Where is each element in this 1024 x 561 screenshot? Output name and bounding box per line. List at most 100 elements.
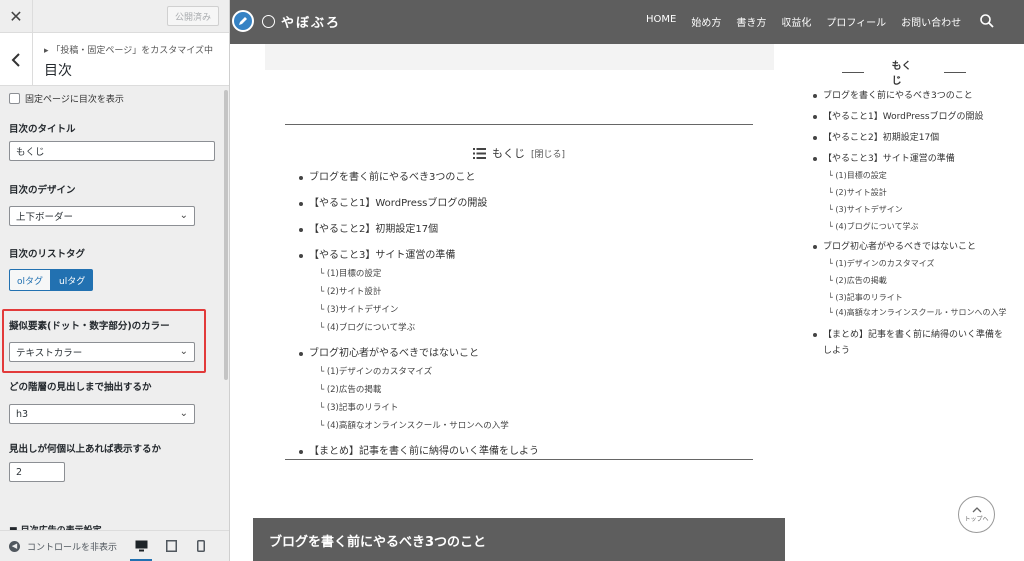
hide-controls-button[interactable]: ◀ コントロールを非表示 bbox=[0, 540, 126, 553]
show-on-pages-checkbox[interactable] bbox=[9, 93, 20, 104]
site-header: やぼぶろ HOME 始め方 書き方 収益化 プロフィール お問い合わせ bbox=[230, 0, 1024, 44]
ol-tag-button[interactable]: olタグ bbox=[9, 269, 52, 291]
pseudo-color-value: テキストカラー bbox=[16, 348, 83, 359]
customizer-sidebar: ✕ 公開済み ▸ 「投稿・固定ページ」をカスタマイズ中 目次 固定ページに目次を… bbox=[0, 0, 230, 561]
edit-shortcut-button[interactable] bbox=[232, 10, 254, 32]
toc-subitem[interactable]: └ (2)サイト設計 bbox=[297, 283, 747, 301]
chevron-down-icon: ⌄ bbox=[179, 408, 188, 419]
widget-toc-subitem[interactable]: └ (4)ブログについて学ぶ bbox=[812, 218, 1008, 235]
widget-toc-subitem[interactable]: └ (2)広告の掲載 bbox=[812, 272, 1008, 289]
widget-toc-item[interactable]: ブログを書く前にやるべき3つのこと bbox=[812, 88, 1008, 104]
ul-tag-button[interactable]: ulタグ bbox=[51, 269, 94, 291]
heading-level-value: h3 bbox=[16, 408, 29, 420]
desktop-preview-button[interactable] bbox=[126, 531, 156, 561]
heading-level-label: どの階層の見出しまで抽出するか bbox=[9, 382, 152, 393]
breadcrumb-text: 「投稿・固定ページ」をカスタマイズ中 bbox=[51, 46, 213, 56]
chevron-up-icon bbox=[972, 506, 981, 512]
toc-header: もくじ [閉じる] bbox=[285, 145, 753, 161]
chevron-down-icon: ⌄ bbox=[179, 210, 188, 221]
customizer-topbar: ✕ 公開済み bbox=[0, 0, 229, 33]
toc-item[interactable]: 【やること2】初期設定17個 bbox=[297, 221, 747, 239]
widget-toc-item[interactable]: 【やること2】初期設定17個 bbox=[812, 130, 1008, 146]
toc-subitem[interactable]: └ (1)デザインのカスタマイズ bbox=[297, 363, 747, 381]
pseudo-color-select[interactable]: テキストカラー ⌄ bbox=[9, 342, 195, 362]
nav-item-monetize[interactable]: 収益化 bbox=[781, 14, 811, 29]
widget-title: もくじ bbox=[814, 57, 994, 87]
mobile-icon bbox=[197, 540, 205, 552]
collapse-icon: ◀ bbox=[9, 540, 20, 552]
logo-face-icon bbox=[262, 15, 275, 28]
toc-subitem[interactable]: └ (3)記事のリライト bbox=[297, 399, 747, 417]
toc-design-label: 目次のデザイン bbox=[9, 185, 76, 196]
toc-subitem[interactable]: └ (4)ブログについて学ぶ bbox=[297, 319, 747, 337]
heading-level-select[interactable]: h3 ⌄ bbox=[9, 404, 195, 424]
widget-toc-item[interactable]: 【やること3】サイト運営の準備 bbox=[812, 151, 1008, 167]
section-header: ▸ 「投稿・固定ページ」をカスタマイズ中 目次 bbox=[0, 33, 229, 86]
widget-toc-subitem[interactable]: └ (1)目標の設定 bbox=[812, 167, 1008, 184]
widget-toc-subitem[interactable]: └ (3)サイトデザイン bbox=[812, 201, 1008, 218]
toc-item[interactable]: ブログ初心者がやるべきではないこと bbox=[297, 345, 747, 363]
toc-item[interactable]: 【やること3】サイト運営の準備 bbox=[297, 247, 747, 265]
toc-list: ブログを書く前にやるべき3つのこと 【やること1】WordPressブログの開設… bbox=[297, 169, 747, 461]
list-tag-toggle: olタグ ulタグ bbox=[9, 269, 94, 291]
nav-item-home[interactable]: HOME bbox=[646, 14, 676, 29]
widget-toc-item[interactable]: 【やること1】WordPressブログの開設 bbox=[812, 109, 1008, 125]
toc-subitem[interactable]: └ (1)目標の設定 bbox=[297, 265, 747, 283]
nav-item-start[interactable]: 始め方 bbox=[691, 14, 721, 29]
pseudo-color-label: 擬似要素(ドット・数字部分)のカラー bbox=[9, 321, 170, 332]
preview-content: もくじ [閉じる] ブログを書く前にやるべき3つのこと 【やること1】WordP… bbox=[230, 44, 1024, 561]
main-nav: HOME 始め方 書き方 収益化 プロフィール お問い合わせ bbox=[646, 14, 976, 29]
tablet-preview-button[interactable] bbox=[156, 531, 186, 561]
toc-item[interactable]: 【まとめ】記事を書く前に納得のいく準備をしよう bbox=[297, 443, 747, 461]
breadcrumb: ▸ 「投稿・固定ページ」をカスタマイズ中 bbox=[44, 46, 213, 56]
widget-toc-item[interactable]: ブログ初心者がやるべきではないこと bbox=[812, 239, 1008, 255]
post-section-heading: ブログを書く前にやるべき3つのこと bbox=[253, 518, 785, 561]
min-count-input[interactable]: 2 bbox=[9, 462, 65, 482]
back-to-top-label: トップへ bbox=[964, 515, 989, 523]
hide-controls-label: コントロールを非表示 bbox=[27, 542, 118, 553]
toc-subitem[interactable]: └ (3)サイトデザイン bbox=[297, 301, 747, 319]
widget-toc-subitem[interactable]: └ (2)サイト設計 bbox=[812, 184, 1008, 201]
section-title: 目次 bbox=[44, 63, 72, 79]
widget-toc-subitem[interactable]: └ (3)記事のリライト bbox=[812, 289, 1008, 306]
pencil-icon bbox=[239, 17, 247, 25]
chevron-down-icon: ⌄ bbox=[179, 346, 188, 357]
toc-close-toggle[interactable]: [閉じる] bbox=[531, 147, 565, 160]
search-icon[interactable] bbox=[980, 13, 994, 32]
back-chevron-icon[interactable] bbox=[0, 33, 33, 86]
widget-toc-item[interactable]: 【まとめ】記事を書く前に納得のいく準備をしよう bbox=[812, 327, 1008, 359]
toc-design-select[interactable]: 上下ボーダー ⌄ bbox=[9, 206, 195, 226]
nav-item-contact[interactable]: お問い合わせ bbox=[901, 14, 961, 29]
widget-toc-subitem[interactable]: └ (4)高額なオンラインスクール・サロンへの入学 bbox=[812, 306, 1008, 320]
widget-toc-subitem[interactable]: └ (1)デザインのカスタマイズ bbox=[812, 255, 1008, 272]
widget-toc-list: ブログを書く前にやるべき3つのこと 【やること1】WordPressブログの開設… bbox=[812, 88, 1008, 364]
sidebar-scrollbar[interactable] bbox=[224, 90, 228, 380]
site-logo[interactable]: やぼぶろ bbox=[262, 12, 341, 31]
toc-title: もくじ bbox=[491, 147, 525, 160]
min-count-label: 見出しが何個以上あれば表示するか bbox=[9, 444, 162, 455]
nav-item-profile[interactable]: プロフィール bbox=[826, 14, 886, 29]
mobile-preview-button[interactable] bbox=[186, 531, 216, 561]
logo-text: やぼぶろ bbox=[281, 16, 342, 31]
post-heading-text: ブログを書く前にやるべき3つのこと bbox=[269, 535, 487, 550]
toc-item[interactable]: 【やること1】WordPressブログの開設 bbox=[297, 195, 747, 213]
toc-item[interactable]: ブログを書く前にやるべき3つのこと bbox=[297, 169, 747, 187]
customizer-footer: ◀ コントロールを非表示 bbox=[0, 530, 229, 561]
back-to-top-button[interactable]: トップへ bbox=[958, 496, 995, 533]
list-icon bbox=[472, 147, 486, 159]
toc-title-label: 目次のタイトル bbox=[9, 124, 76, 135]
desktop-icon bbox=[135, 540, 147, 552]
content-top-band bbox=[265, 44, 774, 70]
tablet-icon bbox=[165, 540, 177, 552]
checkbox-label: 固定ページに目次を表示 bbox=[25, 95, 124, 105]
toc-subitem[interactable]: └ (4)高額なオンラインスクール・サロンへの入学 bbox=[297, 417, 747, 435]
toc-box: もくじ [閉じる] ブログを書く前にやるべき3つのこと 【やること1】WordP… bbox=[285, 124, 753, 460]
published-button[interactable]: 公開済み bbox=[167, 6, 219, 26]
toc-design-value: 上下ボーダー bbox=[16, 212, 74, 223]
nav-item-writing[interactable]: 書き方 bbox=[736, 14, 766, 29]
toc-title-input[interactable]: もくじ bbox=[9, 141, 215, 161]
close-icon[interactable]: ✕ bbox=[0, 0, 33, 32]
show-on-pages-checkbox-row[interactable]: 固定ページに目次を表示 bbox=[9, 92, 124, 105]
list-tag-label: 目次のリストタグ bbox=[9, 249, 86, 260]
toc-subitem[interactable]: └ (2)広告の掲載 bbox=[297, 381, 747, 399]
